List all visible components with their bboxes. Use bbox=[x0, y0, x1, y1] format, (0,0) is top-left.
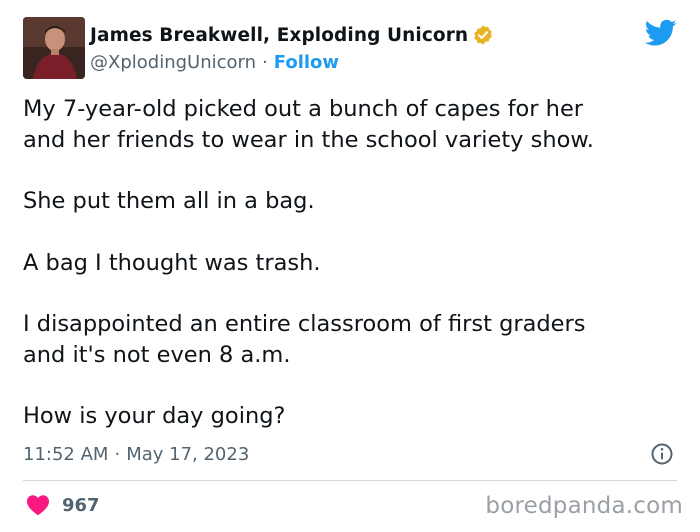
display-name-row: James Breakwell, Exploding Unicorn bbox=[90, 23, 494, 47]
tweet-date[interactable]: May 17, 2023 bbox=[126, 444, 249, 465]
follow-button[interactable]: Follow bbox=[274, 52, 339, 73]
tweet-line: A bag I thought was trash. bbox=[23, 249, 321, 276]
avatar[interactable] bbox=[23, 17, 85, 79]
tweet-line: I disappointed an entire classroom of fi… bbox=[23, 311, 586, 337]
tweet-line: and it's not even 8 a.m. bbox=[23, 341, 291, 368]
divider bbox=[23, 480, 677, 481]
author-names: James Breakwell, Exploding Unicorn @Xplo… bbox=[90, 23, 494, 75]
handle-row: @XplodingUnicorn · Follow bbox=[90, 49, 494, 75]
watermark: boredpanda.com bbox=[485, 493, 683, 519]
twitter-bird-icon[interactable] bbox=[644, 19, 677, 47]
tweet-line: My 7-year-old picked out a bunch of cape… bbox=[23, 96, 584, 122]
timestamp-separator: · bbox=[114, 443, 121, 465]
tweet-header: James Breakwell, Exploding Unicorn @Xplo… bbox=[23, 17, 683, 79]
handle-separator: · bbox=[262, 51, 268, 73]
tweet-time[interactable]: 11:52 AM bbox=[23, 444, 108, 465]
info-icon[interactable] bbox=[650, 442, 674, 466]
like-button[interactable]: 967 bbox=[26, 492, 100, 518]
tweet-paragraph: She put them all in a bag. bbox=[23, 186, 683, 217]
tweet-paragraph: How is your day going? bbox=[23, 401, 683, 432]
tweet-paragraph: I disappointed an entire classroom of fi… bbox=[23, 309, 683, 370]
like-count: 967 bbox=[62, 494, 100, 516]
tweet-line: She put them all in a bag. bbox=[23, 188, 315, 214]
handle[interactable]: @XplodingUnicorn bbox=[90, 52, 256, 73]
tweet-paragraph: My 7-year-old picked out a bunch of cape… bbox=[23, 94, 683, 155]
display-name[interactable]: James Breakwell, Exploding Unicorn bbox=[90, 25, 468, 46]
tweet-text: My 7-year-old picked out a bunch of cape… bbox=[23, 94, 683, 432]
tweet-timestamp[interactable]: 11:52 AM · May 17, 2023 bbox=[23, 441, 249, 467]
tweet-line: and her friends to wear in the school va… bbox=[23, 126, 594, 153]
tweet-paragraph: A bag I thought was trash. bbox=[23, 248, 683, 279]
verified-badge-icon bbox=[472, 24, 494, 46]
tweet-line: How is your day going? bbox=[23, 403, 286, 429]
heart-icon[interactable] bbox=[26, 494, 50, 516]
